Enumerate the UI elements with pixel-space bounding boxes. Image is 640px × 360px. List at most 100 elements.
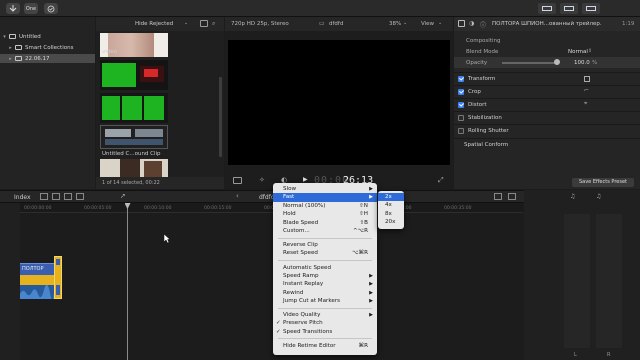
- rolling-shutter-checkbox[interactable]: [458, 127, 464, 134]
- chevron-down-icon[interactable]: ⌄: [184, 20, 188, 26]
- menu-item-label: Instant Replay: [283, 281, 324, 288]
- opacity-value[interactable]: 100.0: [574, 60, 590, 66]
- index-button[interactable]: Index: [14, 194, 31, 201]
- back-arrow-icon[interactable]: ‹: [236, 192, 239, 200]
- video-canvas[interactable]: [228, 40, 450, 165]
- library-item-smart-collections[interactable]: ▸ Smart Collections: [0, 43, 95, 52]
- clip-thumbnail[interactable]: [100, 159, 168, 177]
- menu-item-label: Preserve Pitch: [283, 320, 323, 327]
- connect-clip-icon[interactable]: [40, 193, 48, 200]
- clip-filmstrip[interactable]: [100, 60, 168, 90]
- show-timeline-toggle[interactable]: [560, 3, 578, 14]
- library-icon: [9, 34, 16, 39]
- transform-onscreen-icon[interactable]: [584, 76, 590, 82]
- stabilization-checkbox[interactable]: [458, 114, 464, 121]
- video-clip[interactable]: ПОЛТОР: [20, 263, 54, 275]
- timeline[interactable]: 00:00:00:00 00:00:05:00 00:00:10:00 00:0…: [0, 203, 523, 360]
- effects-browser-icon[interactable]: [508, 193, 516, 200]
- filter-popup[interactable]: Hide Rejected: [135, 21, 173, 27]
- disclosure-down-icon[interactable]: ▾: [0, 34, 9, 40]
- menu-item-rewind[interactable]: Rewind ▶: [273, 289, 377, 297]
- crop-onscreen-icon[interactable]: ⌐: [584, 87, 589, 94]
- chevron-updown-icon[interactable]: ⇕: [588, 48, 592, 54]
- save-effects-preset-button[interactable]: Save Effects Preset: [572, 178, 634, 187]
- menu-item-fast[interactable]: Fast ▶: [273, 193, 377, 202]
- opacity-slider-track[interactable]: [502, 62, 557, 64]
- menu-item-jump-cut[interactable]: Jump Cut at Markers ▶: [273, 297, 377, 305]
- compound-clip-thumbnail[interactable]: [100, 125, 168, 149]
- menu-item-video-quality[interactable]: Video Quality ▶: [273, 311, 377, 319]
- select-tool-icon[interactable]: ➚: [120, 192, 126, 200]
- search-icon[interactable]: ⌕: [212, 20, 215, 28]
- background-tasks-button[interactable]: [44, 3, 58, 14]
- overwrite-clip-icon[interactable]: [76, 193, 84, 200]
- menu-item-hold[interactable]: Hold ⇧H: [273, 210, 377, 218]
- menu-item-preserve-pitch[interactable]: ✓ Preserve Pitch: [273, 319, 377, 327]
- browser-scrollbar[interactable]: [219, 77, 222, 157]
- ruler-tick: 00:00:35:00: [444, 206, 472, 211]
- menu-item-reverse-clip[interactable]: Reverse Clip: [273, 241, 377, 249]
- clip-appearance-icon[interactable]: [494, 193, 502, 200]
- insert-clip-icon[interactable]: [52, 193, 60, 200]
- spatial-conform-section[interactable]: Spatial Conform: [454, 138, 640, 150]
- submenu-arrow-icon: ▶: [369, 194, 373, 201]
- menu-item-automatic-speed[interactable]: Automatic Speed: [273, 264, 377, 272]
- clip-title: ПОЛТОРА ШПИОН...ованный трейлер.: [492, 21, 602, 27]
- compositing-heading: Compositing: [466, 38, 501, 44]
- opacity-slider-knob[interactable]: [554, 59, 560, 65]
- distort-onscreen-icon[interactable]: ⌖: [584, 100, 587, 108]
- menu-item-blade-speed[interactable]: Blade Speed ⇧B: [273, 219, 377, 227]
- rolling-shutter-section[interactable]: Rolling Shutter: [454, 124, 640, 136]
- clip-filmstrip[interactable]: [100, 93, 168, 123]
- viewer-header: 720p HD 25p, Stereo ▭ dfdfd 38% ⌄ View ⌄: [225, 17, 453, 31]
- distort-section[interactable]: Distort ⌖: [454, 98, 640, 110]
- video-inspector-icon[interactable]: [458, 20, 465, 27]
- menu-item-instant-replay[interactable]: Instant Replay ▶: [273, 280, 377, 288]
- fullscreen-icon[interactable]: ⤢: [438, 176, 444, 185]
- selected-clip-retime[interactable]: [54, 256, 62, 299]
- menu-item-2x[interactable]: 2x: [378, 193, 404, 202]
- blend-mode-popup[interactable]: Normal: [568, 49, 588, 55]
- menu-item-8x[interactable]: 8x: [378, 210, 404, 218]
- menu-item-normal[interactable]: Normal (100%) ⇧N: [273, 202, 377, 210]
- menu-item-reset-speed[interactable]: Reset Speed ⌥⌘R: [273, 249, 377, 257]
- chevron-down-icon[interactable]: ⌄: [438, 20, 442, 26]
- opacity-unit: %: [592, 60, 598, 66]
- crop-section[interactable]: Crop ⌐: [454, 85, 640, 97]
- crop-checkbox[interactable]: [458, 88, 464, 95]
- menu-item-label: Video Quality: [283, 312, 321, 318]
- library-item-event[interactable]: ▸ 22.06.17: [0, 54, 95, 63]
- transform-checkbox[interactable]: [458, 75, 464, 82]
- enhancements-icon[interactable]: ✧: [259, 176, 265, 184]
- menu-item-label: 2x: [385, 194, 392, 200]
- disclosure-right-icon[interactable]: ▸: [6, 45, 15, 51]
- menu-item-20x[interactable]: 20x: [378, 218, 404, 226]
- menu-item-4x[interactable]: 4x: [378, 201, 404, 209]
- menu-item-speed-transitions[interactable]: ✓ Speed Transitions: [273, 328, 377, 336]
- show-browser-toggle[interactable]: [538, 3, 556, 14]
- menu-item-slow[interactable]: Slow ▶: [273, 185, 377, 193]
- show-inspector-toggle[interactable]: [582, 3, 600, 14]
- play-icon[interactable]: ▶: [303, 176, 308, 183]
- menu-item-speed-ramp[interactable]: Speed Ramp ▶: [273, 272, 377, 280]
- color-inspector-icon[interactable]: ◑: [469, 20, 474, 27]
- zoom-popup[interactable]: 38%: [389, 21, 401, 27]
- import-button[interactable]: [6, 3, 20, 14]
- chevron-down-icon[interactable]: ⌄: [403, 20, 407, 26]
- library-item-untitled[interactable]: ▾ Untitled: [0, 32, 95, 41]
- menu-item-custom[interactable]: Custom... ^⌥R: [273, 227, 377, 235]
- disclosure-right-icon[interactable]: ▸: [6, 56, 15, 62]
- distort-checkbox[interactable]: [458, 101, 464, 108]
- view-menu[interactable]: View: [421, 21, 434, 27]
- audio-waveform[interactable]: [20, 284, 54, 301]
- info-icon[interactable]: ⓘ: [480, 20, 486, 29]
- transform-section[interactable]: Transform: [454, 72, 640, 84]
- menu-item-hide-retime-editor[interactable]: Hide Retime Editor ⌘R: [273, 342, 377, 350]
- transform-tools-icon[interactable]: [233, 177, 242, 184]
- clip-appearance-icon[interactable]: [200, 20, 208, 27]
- append-clip-icon[interactable]: [64, 193, 72, 200]
- stabilization-section[interactable]: Stabilization: [454, 111, 640, 123]
- keyword-button[interactable]: One: [24, 3, 38, 14]
- timeline-ruler[interactable]: 00:00:00:00 00:00:05:00 00:00:10:00 00:0…: [20, 203, 523, 213]
- playhead[interactable]: [127, 203, 128, 360]
